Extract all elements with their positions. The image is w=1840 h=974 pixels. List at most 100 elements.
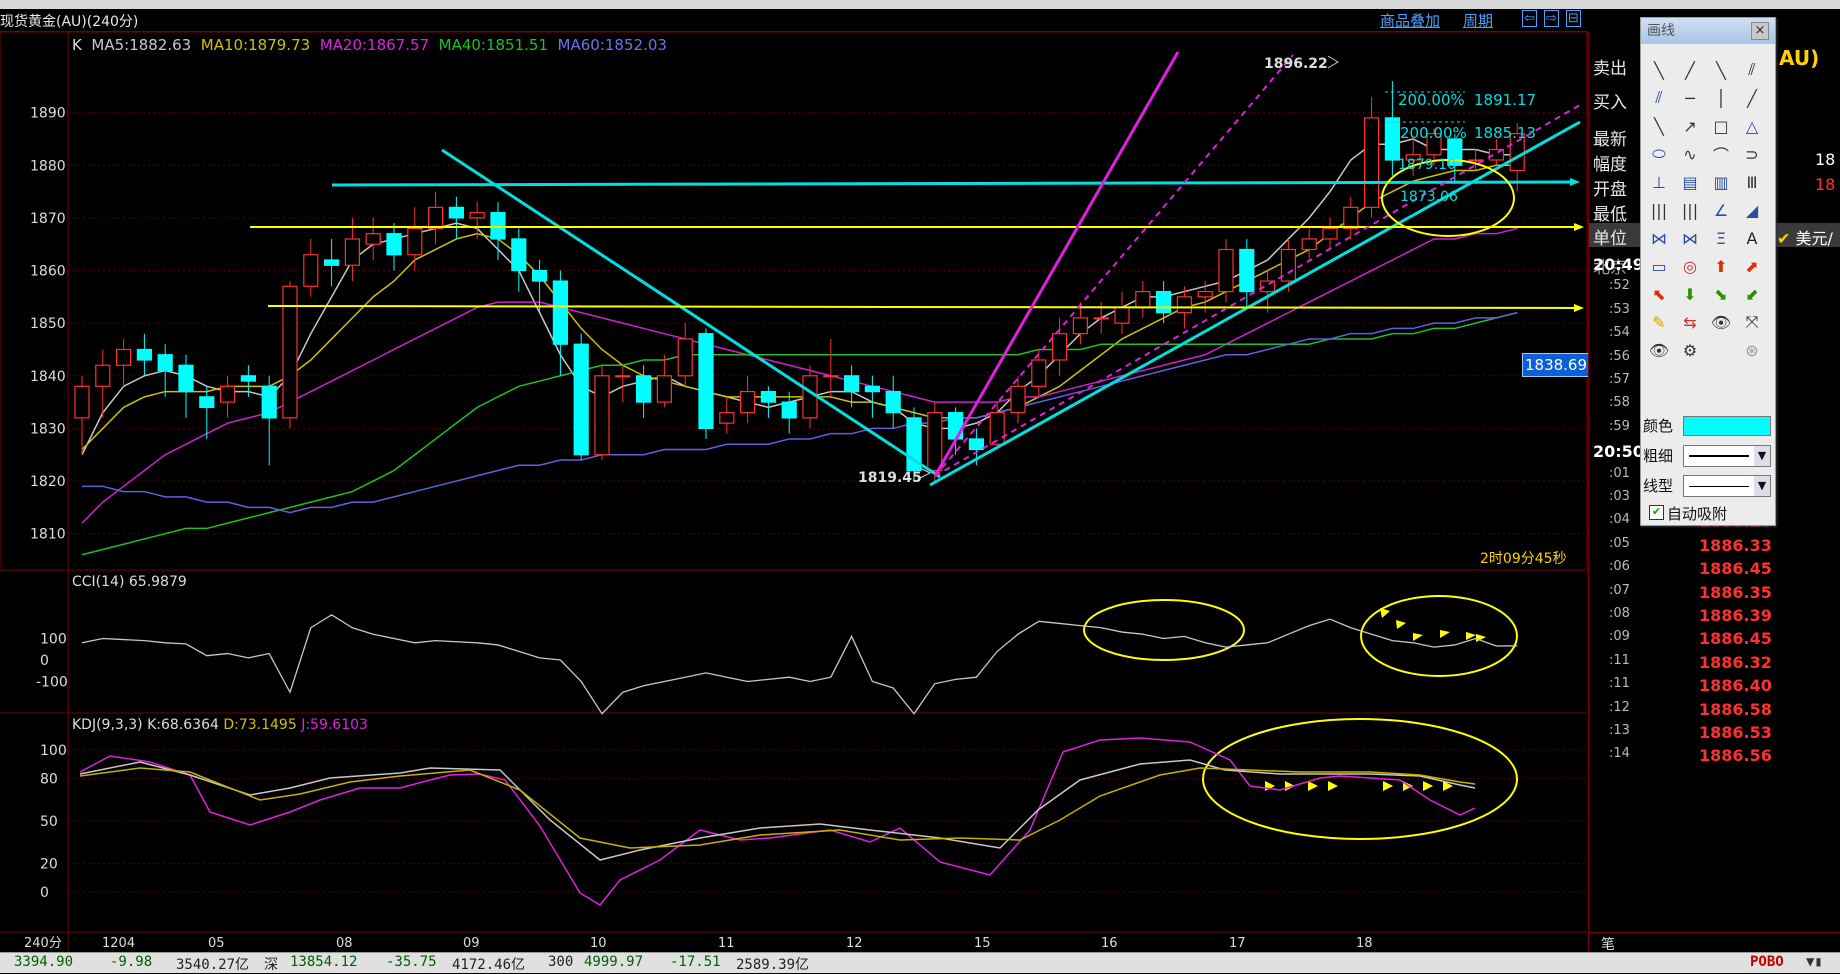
tick-row: :11 1886.40 bbox=[1589, 674, 1840, 696]
parallel-tool-icon[interactable]: ⫽ bbox=[1738, 56, 1766, 84]
sell-label: 卖出 bbox=[1593, 59, 1627, 79]
uptrend-line[interactable] bbox=[929, 120, 1581, 487]
gann-fan-icon[interactable]: ◢ bbox=[1738, 196, 1766, 224]
candle bbox=[178, 354, 194, 418]
candle-body bbox=[843, 375, 860, 393]
eye-icon[interactable]: 👁 bbox=[1707, 308, 1735, 336]
period-lines-icon[interactable]: ||| bbox=[1645, 196, 1673, 224]
x-axis-label: 18 bbox=[1356, 936, 1373, 951]
channel-tool-icon[interactable]: ⫽ bbox=[1645, 84, 1673, 112]
gann-lines-icon[interactable]: ||| bbox=[1676, 196, 1704, 224]
ma-legend: K MA5:1882.63 MA10:1879.73 MA20:1867.57 … bbox=[72, 36, 667, 54]
candle-body bbox=[885, 390, 901, 414]
candle bbox=[324, 238, 340, 287]
pitchfork-icon[interactable]: ⋈ bbox=[1645, 224, 1673, 252]
palette-title-bar[interactable]: 画线 × bbox=[1641, 18, 1775, 44]
cci-arrow-markers bbox=[1380, 608, 1486, 642]
candle-body bbox=[1135, 290, 1151, 308]
hs300-change: -17.51 bbox=[670, 954, 721, 970]
levels-tool-icon[interactable]: Ξ bbox=[1707, 224, 1735, 252]
candle-body bbox=[739, 390, 756, 414]
arc-tool-icon[interactable]: ⌒ bbox=[1707, 140, 1735, 168]
eraser-icon[interactable]: ✎ bbox=[1645, 308, 1673, 336]
tick-row: :06 1886.45 bbox=[1589, 557, 1840, 579]
kdj-axis-label: 50 bbox=[40, 814, 58, 830]
kdj-legend-d: D:73.1495 bbox=[223, 717, 297, 733]
gear-icon[interactable]: ⚙ bbox=[1676, 336, 1704, 364]
vline-tool-icon[interactable]: │ bbox=[1707, 84, 1735, 112]
up-right-arrow-icon[interactable]: ⬈ bbox=[1738, 252, 1766, 280]
color-swatch[interactable] bbox=[1683, 416, 1771, 436]
kdj-axis-label: 100 bbox=[40, 743, 67, 759]
kdj-axis-label: 20 bbox=[40, 857, 58, 873]
view-icon[interactable]: 👁 bbox=[1645, 336, 1673, 364]
resistance-arrowhead bbox=[1570, 178, 1580, 186]
rect-tool-icon[interactable]: □ bbox=[1707, 112, 1735, 140]
curve-tool-icon[interactable]: ⊃ bbox=[1738, 140, 1766, 168]
snap-row[interactable]: ✔ 自动吸附 bbox=[1641, 502, 1775, 523]
highlight-ellipse-cci-1[interactable] bbox=[1083, 599, 1245, 661]
ruler-icon[interactable]: ▭ bbox=[1645, 252, 1673, 280]
support-line-lower[interactable] bbox=[267, 305, 1581, 309]
text-tool-icon[interactable]: A bbox=[1738, 224, 1766, 252]
wave-tool-icon[interactable]: ∿ bbox=[1676, 140, 1704, 168]
arrow-line-tool-icon[interactable]: ↗ bbox=[1676, 112, 1704, 140]
cci-axis-label: 100 bbox=[40, 632, 67, 648]
candle bbox=[1239, 238, 1255, 308]
unit-checkbox[interactable]: ✔ 美元/ bbox=[1777, 225, 1833, 249]
fib-ext-icon[interactable]: ▤ bbox=[1676, 168, 1704, 196]
price-axis-label: 1810 bbox=[30, 527, 66, 543]
angle-tool-icon[interactable]: ∠ bbox=[1707, 196, 1735, 224]
candle bbox=[1031, 349, 1047, 397]
fib-fan-icon[interactable]: ▥ bbox=[1707, 168, 1735, 196]
tick-price: 1886.58 bbox=[1699, 699, 1772, 719]
collapse-icon[interactable]: ⊛ bbox=[1738, 336, 1766, 364]
candle-body bbox=[947, 412, 964, 440]
trend-tool-icon[interactable]: ╱ bbox=[1738, 84, 1766, 112]
hline-tool-icon[interactable]: ─ bbox=[1676, 84, 1704, 112]
candle-body bbox=[490, 212, 506, 240]
highlight-ellipse-cci-2[interactable] bbox=[1360, 595, 1518, 677]
candle-body bbox=[428, 206, 444, 230]
fib-fan-line-dashed-2[interactable] bbox=[934, 104, 1581, 477]
candle bbox=[760, 386, 777, 418]
candle-body bbox=[1114, 306, 1130, 324]
legend-k: K bbox=[72, 36, 82, 54]
x-axis-label: 16 bbox=[1101, 936, 1118, 951]
downtrend-line[interactable] bbox=[441, 148, 941, 479]
chart-canvas[interactable]: 1890188018701860185018401830182018101000… bbox=[0, 0, 1588, 952]
candle bbox=[719, 396, 735, 434]
target-icon[interactable]: ◎ bbox=[1676, 252, 1704, 280]
swap-icon[interactable]: ⇆ bbox=[1676, 308, 1704, 336]
palette-close-button[interactable]: × bbox=[1751, 22, 1769, 40]
down-arrow-icon[interactable]: ⬇ bbox=[1676, 280, 1704, 308]
left-up-arrow-icon[interactable]: ⬉ bbox=[1645, 280, 1673, 308]
tick-price: 1886.39 bbox=[1699, 606, 1772, 625]
width-select[interactable]: ▼ bbox=[1683, 445, 1771, 467]
support-upper-arrowhead bbox=[1574, 223, 1584, 231]
candle bbox=[261, 375, 277, 466]
segment-tool-icon[interactable]: ╲ bbox=[1645, 56, 1673, 84]
hide-icon[interactable]: ⤧ bbox=[1738, 308, 1766, 336]
triangle-tool-icon[interactable]: △ bbox=[1738, 112, 1766, 140]
speed-lines-icon[interactable]: ⋈ bbox=[1676, 224, 1704, 252]
extend-tool-icon[interactable]: ╲ bbox=[1645, 112, 1673, 140]
fib2-value: 1885.13 bbox=[1474, 124, 1537, 142]
cycle-tool-icon[interactable]: Ⅲ bbox=[1738, 168, 1766, 196]
ellipse-tool-icon[interactable]: ⬭ bbox=[1645, 140, 1673, 168]
line-tool-icon[interactable]: ╲ bbox=[1707, 56, 1735, 84]
down-left-arrow-icon[interactable]: ⬋ bbox=[1738, 280, 1766, 308]
down-right-arrow-icon[interactable]: ⬊ bbox=[1707, 280, 1735, 308]
style-select[interactable]: ▼ bbox=[1683, 475, 1771, 497]
tick-time: :08 bbox=[1609, 606, 1630, 621]
blank-slot[interactable] bbox=[1707, 336, 1735, 364]
ray-tool-icon[interactable]: ╱ bbox=[1676, 56, 1704, 84]
tab-ticks[interactable]: 笔 bbox=[1601, 934, 1615, 954]
legend-ma60: MA60:1852.03 bbox=[557, 36, 667, 54]
candle bbox=[115, 338, 132, 387]
tick-price: 1886.40 bbox=[1699, 676, 1772, 696]
up-arrow-icon[interactable]: ⬆ bbox=[1707, 252, 1735, 280]
fib-retrace-icon[interactable]: ⊥ bbox=[1645, 168, 1673, 196]
fib-fan-line-steep[interactable] bbox=[933, 51, 1180, 477]
snap-checkbox[interactable]: ✔ bbox=[1649, 505, 1664, 520]
